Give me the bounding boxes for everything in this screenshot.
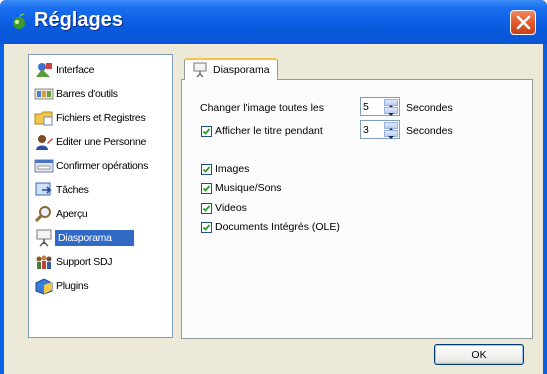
- check-icon: [202, 166, 211, 173]
- slideshow-settings-panel: Changer l'image toutes les Secondes Affi…: [181, 79, 533, 339]
- window-title: Réglages: [34, 9, 123, 31]
- sidebar-item-preview[interactable]: Aperçu: [33, 203, 163, 225]
- interval-up-button[interactable]: [384, 99, 398, 108]
- interval-label: Changer l'image toutes les: [200, 102, 324, 114]
- preview-icon: [33, 204, 55, 224]
- show-title-checkbox[interactable]: [201, 126, 212, 137]
- tasks-icon: [33, 180, 55, 200]
- sidebar-item-support-sdj[interactable]: Support SDJ: [33, 251, 163, 273]
- sidebar-item-tasks[interactable]: Tâches: [33, 179, 163, 201]
- app-icon: [10, 12, 28, 30]
- check-icon: [202, 205, 211, 212]
- slideshow-icon: [33, 228, 55, 248]
- support-icon: [33, 252, 55, 272]
- arrow-down-icon: [388, 136, 394, 139]
- settings-window: Réglages Interface Barres d'outils Fichi…: [0, 0, 547, 374]
- media-images-label: Images: [215, 163, 250, 175]
- confirm-icon: [33, 156, 55, 176]
- settings-category-list[interactable]: Interface Barres d'outils Fichiers et Re…: [28, 54, 173, 338]
- arrow-down-icon: [388, 113, 394, 116]
- slideshow-icon: [193, 62, 207, 78]
- sidebar-item-toolbars[interactable]: Barres d'outils: [33, 83, 163, 105]
- check-icon: [202, 185, 211, 192]
- media-music-label: Musique/Sons: [215, 182, 282, 194]
- close-button[interactable]: [510, 10, 536, 35]
- media-videos-label: Videos: [215, 202, 247, 214]
- sidebar-item-confirm-operations[interactable]: Confirmer opérations: [33, 155, 163, 177]
- check-icon: [202, 224, 211, 231]
- check-icon: [202, 128, 211, 135]
- title-duration-up-button[interactable]: [384, 122, 398, 131]
- interval-down-button[interactable]: [384, 107, 398, 116]
- media-images-checkbox[interactable]: [201, 164, 212, 175]
- folder-icon: [33, 108, 55, 128]
- ok-button[interactable]: OK: [434, 344, 524, 365]
- interval-input[interactable]: [363, 99, 383, 114]
- close-icon: [516, 15, 531, 30]
- media-videos-checkbox[interactable]: [201, 203, 212, 214]
- media-ole-label: Documents Intégrés (OLE): [215, 221, 340, 233]
- show-title-label: Afficher le titre pendant: [215, 125, 323, 137]
- title-duration-input[interactable]: [363, 122, 383, 137]
- toolbar-icon: [33, 84, 55, 104]
- media-ole-checkbox[interactable]: [201, 222, 212, 233]
- sidebar-item-slideshow[interactable]: Diasporama: [33, 227, 163, 249]
- dialog-body: Interface Barres d'outils Fichiers et Re…: [4, 44, 543, 374]
- sidebar-item-interface[interactable]: Interface: [33, 59, 163, 81]
- title-duration-unit: Secondes: [406, 125, 453, 137]
- title-duration-down-button[interactable]: [384, 130, 398, 139]
- plugins-icon: [33, 276, 55, 296]
- interval-unit: Secondes: [406, 102, 453, 114]
- interface-icon: [33, 60, 55, 80]
- sidebar-item-plugins[interactable]: Plugins: [33, 275, 163, 297]
- title-bar[interactable]: Réglages: [0, 0, 547, 44]
- media-music-checkbox[interactable]: [201, 183, 212, 194]
- person-edit-icon: [33, 132, 55, 152]
- sidebar-item-edit-person[interactable]: Editer une Personne: [33, 131, 163, 153]
- sidebar-item-files-registries[interactable]: Fichiers et Registres: [33, 107, 163, 129]
- tab-slideshow[interactable]: Diasporama: [184, 58, 278, 80]
- title-duration-spinner[interactable]: [360, 120, 400, 139]
- interval-spinner[interactable]: [360, 97, 400, 116]
